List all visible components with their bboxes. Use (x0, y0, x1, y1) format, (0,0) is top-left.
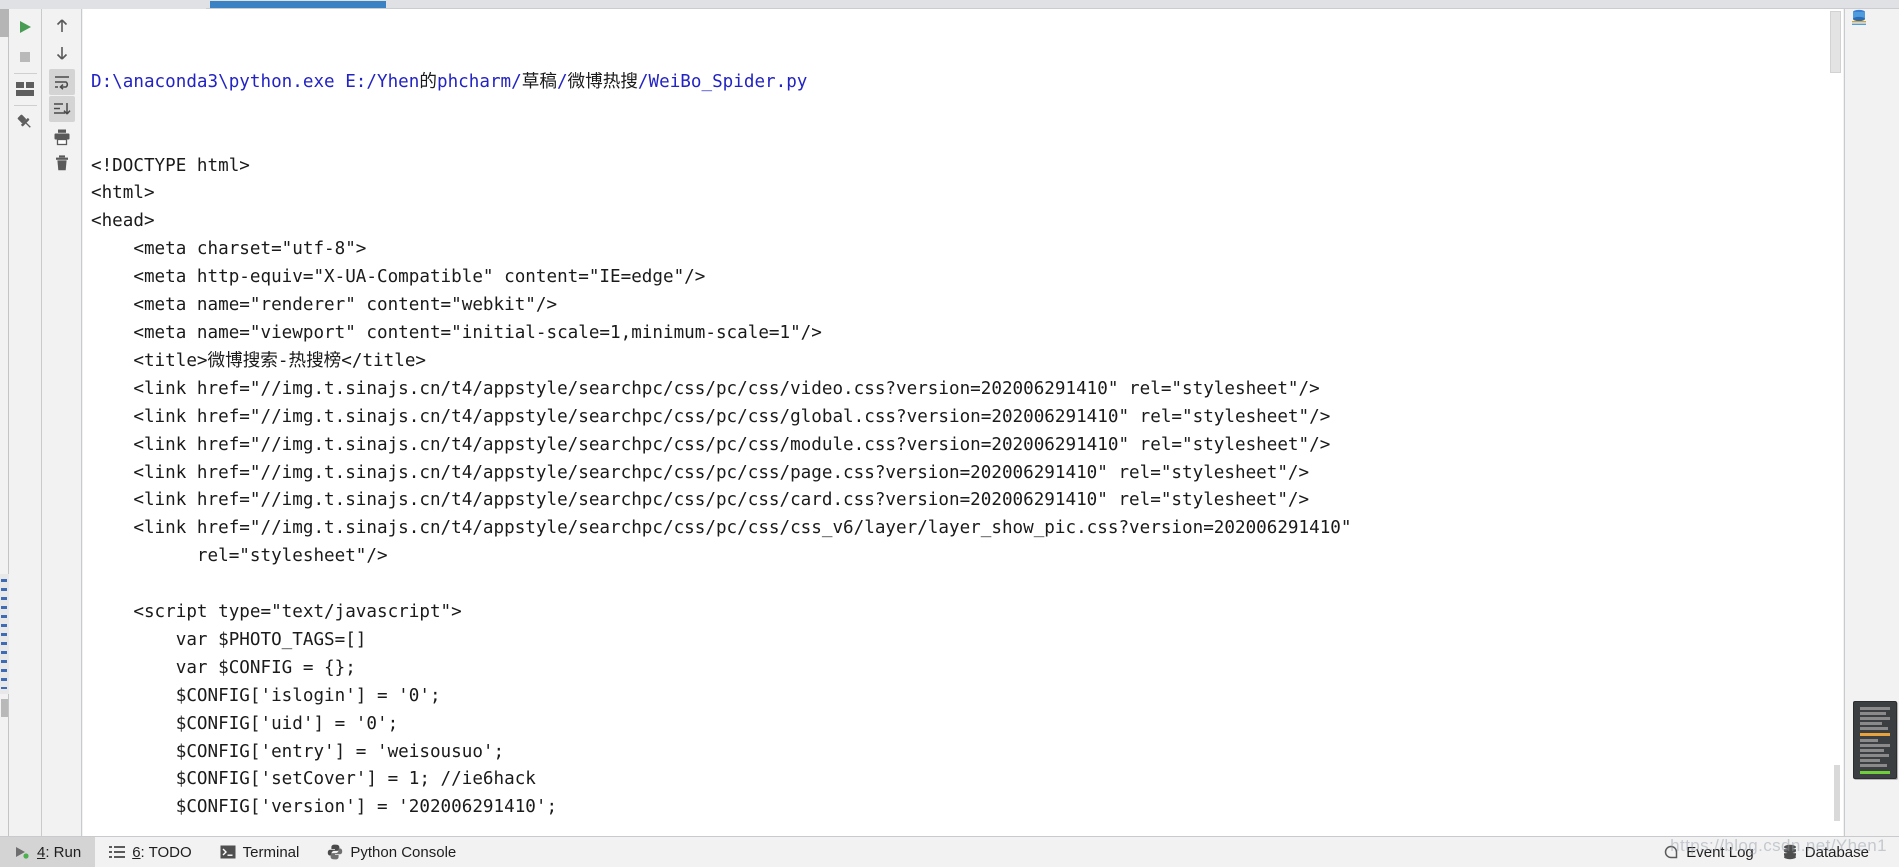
status-bar: 4: Run 6: TODO Terminal Python Console E… (0, 836, 1899, 867)
status-bar-left: 4: Run 6: TODO Terminal Python Console (0, 836, 470, 867)
todo-label: : TODO (140, 843, 192, 861)
toolbar-separator-2 (14, 105, 37, 106)
console-output-line: <script type="text/javascript"> (91, 602, 462, 623)
run-label: : Run (45, 843, 82, 861)
terminal-label: Terminal (242, 843, 300, 861)
status-bar-right: Event Log Database (1649, 837, 1899, 867)
console-output-line: <link href="//img.t.sinajs.cn/t4/appstyl… (91, 490, 1310, 511)
rerun-button[interactable] (12, 14, 38, 40)
down-button[interactable] (49, 40, 75, 66)
console-output-line: <title>微博搜索-热搜榜</title> (91, 350, 427, 371)
run-toolbar-primary (9, 9, 42, 836)
console-output-line: <head> (91, 211, 155, 232)
console-output-line: $CONFIG['islogin'] = '0'; (91, 685, 441, 706)
console-output-line: <link href="//img.t.sinajs.cn/t4/appstyl… (91, 462, 1310, 483)
soft-wrap-icon (53, 74, 71, 90)
console-output-line: <link href="//img.t.sinajs.cn/t4/appstyl… (91, 518, 1352, 539)
event-log-label: Event Log (1686, 843, 1754, 861)
up-button[interactable] (49, 13, 75, 39)
database-button[interactable]: Database (1768, 837, 1883, 867)
database-rail-icon[interactable] (1851, 9, 1871, 27)
console-vertical-scrollbar[interactable] (1829, 9, 1843, 836)
layout-icon (16, 82, 34, 96)
console-output-line: <link href="//img.t.sinajs.cn/t4/appstyl… (91, 406, 1331, 427)
event-log-button[interactable]: Event Log (1649, 837, 1768, 867)
console-output-line: <meta name="viewport" content="initial-s… (91, 322, 822, 343)
tool-window-run[interactable]: 4: Run (0, 836, 96, 867)
console-output-line: $CONFIG['entry'] = 'weisousuo'; (91, 741, 505, 762)
toolbar-separator (14, 73, 37, 74)
console-output-line (83, 571, 1352, 599)
console-output-line: <meta charset="utf-8"> (91, 239, 367, 260)
console-scrollbar-thumb-lower[interactable] (1834, 765, 1840, 821)
database-icon (1782, 844, 1798, 860)
stop-square-icon (17, 49, 33, 65)
arrow-up-icon (53, 17, 71, 35)
console-output-line: $CONFIG['setCover'] = 1; //ie6hack (91, 769, 536, 790)
run-toolbar-secondary (43, 9, 82, 836)
console-output-line: rel="stylesheet"/> (91, 546, 388, 567)
console-output-line: var $CONFIG = {}; (91, 657, 356, 678)
pin-tab-button[interactable] (12, 109, 38, 135)
console-output-line: <meta name="renderer" content="webkit"/> (91, 295, 558, 316)
vertical-tool-tab-text (1, 579, 7, 689)
left-tool-strip (0, 9, 9, 836)
play-icon (17, 19, 33, 35)
print-button[interactable] (49, 124, 75, 150)
pin-icon (16, 113, 34, 131)
tool-window-terminal[interactable]: Terminal (206, 837, 314, 867)
active-tab-indicator[interactable] (210, 1, 386, 8)
clear-all-button[interactable] (49, 150, 75, 176)
vertical-tool-tab-handle[interactable] (1, 699, 8, 717)
right-tool-rail (1844, 9, 1899, 836)
play-green-icon (14, 845, 30, 859)
console-output-line: <!DOCTYPE html> (91, 155, 250, 176)
tool-window-todo[interactable]: 6: TODO (95, 837, 205, 867)
console-output-line: $CONFIG['version'] = '202006291410'; (91, 797, 558, 818)
scroll-to-end-icon (53, 101, 71, 117)
top-tab-strip (0, 0, 1899, 9)
console-output-text: D:\anaconda3\python.exe E:/Yhen的phcharm/… (83, 9, 1352, 836)
scroll-to-end-button[interactable] (49, 96, 75, 122)
pycharm-run-window: D:\anaconda3\python.exe E:/Yhen的phcharm/… (0, 0, 1899, 867)
python-console-label: Python Console (350, 843, 457, 861)
console-scrollbar-thumb[interactable] (1830, 11, 1841, 73)
console-output-line: <link href="//img.t.sinajs.cn/t4/appstyl… (91, 378, 1320, 399)
top-strip-left-segment (0, 0, 206, 9)
list-icon (109, 845, 126, 859)
event-log-icon (1663, 844, 1679, 860)
console-output-line: <html> (91, 183, 155, 204)
terminal-icon (220, 845, 236, 859)
console-output-line: var $PHOTO_TAGS=[] (91, 629, 367, 650)
python-icon (327, 844, 343, 860)
arrow-down-icon (53, 44, 71, 62)
tool-window-python-console[interactable]: Python Console (313, 837, 470, 867)
stop-button[interactable] (12, 44, 38, 70)
console-command-line: D:\anaconda3\python.exe E:/Yhen的phcharm/… (91, 71, 808, 92)
console-output-line: <meta http-equiv="X-UA-Compatible" conte… (91, 267, 706, 288)
console-output-line: <link href="//img.t.sinajs.cn/t4/appstyl… (91, 434, 1331, 455)
console-output-line: $CONFIG['uid'] = '0'; (91, 713, 399, 734)
code-minimap-preview[interactable] (1853, 701, 1897, 779)
printer-icon (53, 128, 71, 146)
trash-icon (53, 154, 71, 172)
left-strip-corner-mark (0, 9, 9, 37)
layout-button[interactable] (12, 76, 38, 102)
run-console[interactable]: D:\anaconda3\python.exe E:/Yhen的phcharm/… (83, 9, 1843, 836)
soft-wrap-button[interactable] (49, 69, 75, 95)
database-label: Database (1804, 843, 1869, 861)
todo-shortcut-number: 6 (132, 843, 141, 861)
